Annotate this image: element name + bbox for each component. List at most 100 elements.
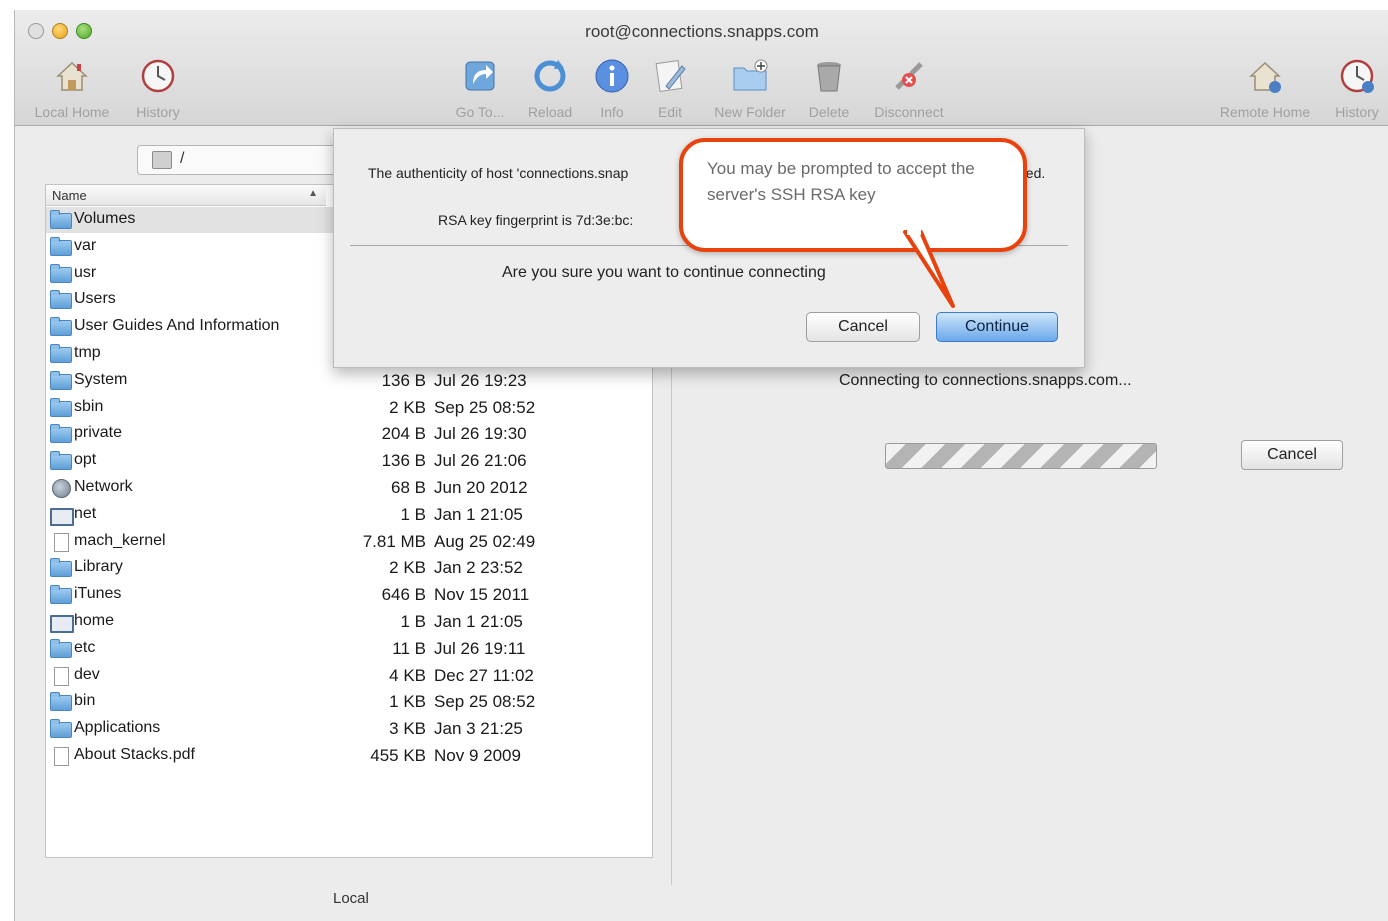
file-size: 3 KB: [389, 719, 426, 739]
file-row[interactable]: mach_kernel 7.81 MB Aug 25 02:49: [46, 529, 652, 555]
file-name: bin: [74, 692, 96, 710]
local-home-button[interactable]: Local Home: [29, 54, 115, 120]
file-date: Sep 25 08:52: [434, 692, 536, 712]
continue-question: Are you sure you want to continue connec…: [502, 264, 826, 281]
file-name: opt: [74, 451, 97, 469]
file-name: Volumes: [74, 210, 136, 227]
disconnect-icon: [887, 54, 931, 98]
file-name: dev: [74, 665, 100, 683]
file-row[interactable]: dev 4 KB Dec 27 11:02: [46, 663, 652, 689]
file-row[interactable]: About Stacks.pdf 455 KB Nov 9 2009: [46, 743, 652, 769]
drive-icon: [50, 507, 74, 526]
file-size: 4 KB: [389, 665, 426, 685]
cancel-connection-button[interactable]: Cancel: [1241, 440, 1343, 470]
continue-button[interactable]: Continue: [936, 312, 1058, 342]
file-row[interactable]: home 1 B Jan 1 21:05: [46, 609, 652, 635]
new-folder-icon: [728, 54, 772, 98]
disconnect-button[interactable]: Disconnect: [865, 54, 953, 120]
file-date: Nov 15 2011: [434, 585, 530, 605]
folder-icon: [50, 638, 72, 658]
file-size: 136 B: [381, 451, 426, 471]
file-date: Jan 1 21:05: [434, 504, 523, 524]
file-name: etc: [74, 638, 96, 656]
file-size: 68 B: [391, 478, 426, 497]
folder-icon: [50, 290, 72, 310]
file-row[interactable]: etc 11 B Jul 26 19:11: [46, 636, 652, 662]
rsa-fingerprint: RSA key fingerprint is 7d:3e:bc:: [438, 212, 634, 228]
remote-home-button[interactable]: Remote Home: [1209, 54, 1321, 120]
file-row[interactable]: net 1 B Jan 1 21:05: [46, 502, 652, 528]
folder-icon: [50, 370, 72, 390]
reload-button[interactable]: Reload: [519, 54, 581, 120]
file-row[interactable]: System 136 B Jul 26 19:23: [46, 368, 652, 394]
info-button[interactable]: Info: [587, 54, 637, 120]
tip-callout: You may be prompted to accept the server…: [679, 138, 1027, 252]
history-left-button[interactable]: History: [125, 54, 191, 120]
remote-history-icon: [1335, 54, 1379, 98]
file-name: Applications: [74, 719, 161, 737]
file-date: Jul 26 21:06: [434, 451, 527, 471]
app-window: root@connections.snapps.com Local Home H…: [14, 10, 1388, 921]
file-name: About Stacks.pdf: [74, 746, 195, 763]
file-size: 1 KB: [389, 692, 426, 712]
file-date: Dec 27 11:02: [434, 665, 534, 685]
pdf-icon: [54, 747, 69, 766]
folder-icon: [50, 424, 72, 444]
edit-button[interactable]: Edit: [645, 54, 695, 120]
sort-ascending-icon: ▲: [308, 188, 318, 199]
go-to-button[interactable]: Go To...: [445, 54, 515, 120]
file-name: Network: [74, 478, 133, 495]
file-row[interactable]: private 204 B Jul 26 19:30: [46, 421, 652, 447]
new-folder-button[interactable]: New Folder: [705, 54, 795, 120]
window-title: root@connections.snapps.com: [585, 22, 819, 41]
callout-pointer: [903, 226, 955, 308]
file-date: Jan 3 21:25: [434, 719, 523, 739]
file-row[interactable]: Library 2 KB Jan 2 23:52: [46, 555, 652, 581]
file-row[interactable]: bin 1 KB Sep 25 08:52: [46, 689, 652, 715]
file-size: 1 B: [400, 504, 426, 524]
folder-icon: [50, 558, 72, 578]
file-date: Jan 2 23:52: [434, 558, 523, 578]
file-row[interactable]: opt 136 B Jul 26 21:06: [46, 448, 652, 474]
folder-icon: [50, 210, 72, 229]
network-icon: [52, 479, 71, 498]
title-toolbar: root@connections.snapps.com Local Home H…: [15, 10, 1388, 126]
file-name: private: [74, 424, 123, 442]
file-size: 204 B: [381, 424, 426, 444]
file-row[interactable]: Network 68 B Jun 20 2012: [46, 475, 652, 501]
folder-icon: [50, 692, 72, 712]
file-name: mach_kernel: [74, 531, 166, 549]
folder-icon: [50, 344, 72, 363]
cancel-button[interactable]: Cancel: [806, 312, 920, 342]
folder-icon: [50, 236, 72, 256]
name-column-header[interactable]: Name ▲: [46, 185, 326, 206]
file-size: 455 KB: [370, 746, 426, 765]
clock-icon: [136, 54, 180, 98]
file-name: usr: [74, 263, 97, 281]
folder-icon: [50, 263, 72, 283]
file-row[interactable]: sbin 2 KB Sep 25 08:52: [46, 395, 652, 421]
disk-icon: [152, 151, 172, 169]
file-row[interactable]: Applications 3 KB Jan 3 21:25: [46, 716, 652, 742]
file-size: 1 B: [400, 612, 426, 631]
folder-icon: [50, 585, 72, 605]
folder-icon: [50, 451, 72, 471]
local-pane-label: Local: [333, 890, 369, 907]
delete-button[interactable]: Delete: [801, 54, 857, 120]
file-row[interactable]: iTunes 646 B Nov 15 2011: [46, 582, 652, 608]
folder-icon: [50, 397, 72, 417]
file-date: Jul 26 19:30: [434, 424, 527, 444]
history-right-button[interactable]: History: [1327, 54, 1387, 120]
file-name: var: [74, 236, 97, 254]
file-size: 646 B: [381, 585, 426, 605]
file-size: 136 B: [381, 370, 426, 390]
file-name: User Guides And Information: [74, 317, 280, 335]
file-name: tmp: [74, 344, 101, 361]
file-size: 7.81 MB: [362, 531, 426, 551]
file-name: Users: [74, 290, 116, 308]
file-size: 2 KB: [389, 558, 426, 578]
go-to-arrow-icon: [458, 54, 502, 98]
document-icon: [54, 666, 69, 686]
info-icon: [590, 54, 634, 98]
authenticity-message: The authenticity of host 'connections.sn…: [368, 165, 629, 181]
